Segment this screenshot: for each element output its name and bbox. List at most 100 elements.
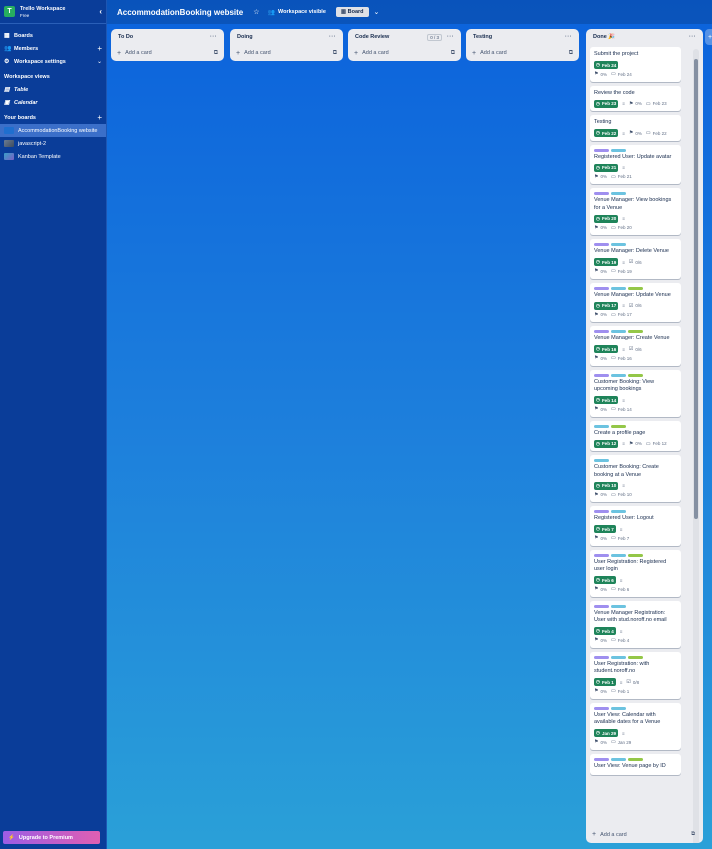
label-blue[interactable] bbox=[611, 510, 626, 513]
label-purple[interactable] bbox=[594, 148, 609, 152]
more-icon[interactable]: ··· bbox=[565, 34, 572, 40]
more-icon[interactable]: ··· bbox=[447, 34, 454, 40]
due-date-badge[interactable]: ◷ Feb 4 bbox=[594, 627, 616, 635]
list-header[interactable]: Doing ··· bbox=[230, 29, 343, 45]
card[interactable]: User View: Venue page by ID bbox=[590, 753, 681, 775]
label-purple[interactable] bbox=[594, 757, 609, 761]
label-blue[interactable] bbox=[611, 655, 626, 659]
label-purple[interactable] bbox=[594, 330, 609, 333]
due-date-badge[interactable]: ◷ Feb 12 bbox=[594, 439, 619, 448]
template-icon[interactable]: ⧉ bbox=[569, 50, 573, 57]
card[interactable]: Venue Manager Registration: User with st… bbox=[590, 600, 681, 648]
label-blue[interactable] bbox=[611, 553, 626, 557]
card[interactable]: User View: Calendar with available dates… bbox=[590, 702, 681, 750]
due-date-badge[interactable]: ◷ Feb 10 bbox=[594, 481, 619, 490]
sidebar-board-kanban-template[interactable]: Kanban Template bbox=[0, 150, 106, 163]
card[interactable]: User Registration: with student.noroff.n… bbox=[590, 651, 681, 699]
label-purple[interactable] bbox=[594, 706, 609, 710]
list-title[interactable]: To Do bbox=[118, 34, 133, 40]
label-purple[interactable] bbox=[594, 655, 609, 659]
due-date-badge[interactable]: ◷ Feb 1 bbox=[594, 678, 616, 686]
card[interactable]: Create a profile page ◷ Feb 12 ≡ ⚑ 0% ▭ Feb 12 bbox=[590, 420, 681, 451]
label-blue[interactable] bbox=[611, 330, 626, 333]
list-header[interactable]: To Do ··· bbox=[111, 29, 224, 45]
list-header[interactable]: Code Review 0 / 3 ··· bbox=[348, 29, 461, 45]
sidebar-item-boards[interactable]: ▦ Boards bbox=[0, 29, 106, 42]
board-title[interactable]: AccommodationBooking website bbox=[117, 8, 243, 17]
add-card-button[interactable]: + Add a card ⧉ bbox=[592, 831, 695, 838]
add-list-button[interactable]: + bbox=[705, 29, 712, 45]
due-date-badge[interactable]: ◷ Feb 24 bbox=[594, 61, 619, 69]
label-blue[interactable] bbox=[611, 706, 626, 710]
card[interactable]: Venue Manager: Delete Venue ◷ Feb 19 ≡ ☑ 0/6 ⚑… bbox=[590, 239, 681, 279]
due-date-badge[interactable]: ◷ Feb 17 bbox=[594, 301, 619, 310]
label-green[interactable] bbox=[628, 553, 643, 557]
add-member-icon[interactable]: + bbox=[97, 44, 102, 53]
label-purple[interactable] bbox=[594, 243, 609, 246]
card[interactable]: Registered User: Logout ◷ Feb 7 ≡ ⚑ 0% ▭ Feb 7 bbox=[590, 506, 681, 546]
card[interactable]: Review the code ◷ Feb 23 ≡ ⚑ 0% ▭ Feb 23 bbox=[590, 85, 681, 111]
card[interactable]: Venue Manager: Update Venue ◷ Feb 17 ≡ ☑ 0/6 ⚑… bbox=[590, 282, 681, 322]
due-date-badge[interactable]: ◷ Feb 7 bbox=[594, 525, 616, 533]
due-date-badge[interactable]: ◷ Feb 20 bbox=[594, 214, 619, 223]
label-purple[interactable] bbox=[594, 192, 609, 195]
card[interactable]: User Registration: Registered user login… bbox=[590, 549, 681, 597]
card[interactable]: Testing ◷ Feb 22 ≡ ⚑ 0% ▭ Feb 22 bbox=[590, 115, 681, 141]
due-date-badge[interactable]: ◷ Jan 29 bbox=[594, 729, 618, 737]
scrollbar[interactable] bbox=[693, 49, 699, 843]
list-title[interactable]: Doing bbox=[237, 34, 253, 40]
label-blue[interactable] bbox=[611, 373, 626, 377]
due-date-badge[interactable]: ◷ Feb 14 bbox=[594, 396, 619, 404]
template-icon[interactable]: ⧉ bbox=[691, 831, 695, 838]
collapse-sidebar-icon[interactable]: ‹ bbox=[99, 7, 102, 16]
label-green[interactable] bbox=[628, 757, 643, 761]
label-blue[interactable] bbox=[611, 192, 626, 195]
label-blue[interactable] bbox=[594, 424, 609, 428]
label-blue[interactable] bbox=[611, 757, 626, 761]
template-icon[interactable]: ⧉ bbox=[214, 50, 218, 57]
template-icon[interactable]: ⧉ bbox=[451, 50, 455, 57]
upgrade-button[interactable]: ⚡ Upgrade to Premium bbox=[3, 831, 100, 844]
board-view-button[interactable]: ▥ Board bbox=[335, 7, 369, 17]
list-title[interactable]: Code Review bbox=[355, 34, 389, 40]
add-card-button[interactable]: + Add a card ⧉ bbox=[230, 45, 343, 61]
more-icon[interactable]: ··· bbox=[689, 34, 696, 40]
card[interactable]: Customer Booking: View upcoming bookings… bbox=[590, 369, 681, 417]
more-icon[interactable]: ··· bbox=[329, 34, 336, 40]
sidebar-item-calendar[interactable]: ▣ Calendar bbox=[0, 96, 106, 109]
star-icon[interactable]: ☆ bbox=[253, 8, 259, 16]
add-card-button[interactable]: + Add a card ⧉ bbox=[466, 45, 579, 61]
label-green[interactable] bbox=[628, 330, 643, 333]
visibility-button[interactable]: 👥 Workspace visible bbox=[268, 9, 326, 16]
add-board-icon[interactable]: + bbox=[97, 113, 102, 122]
sidebar-item-table[interactable]: ▤ Table bbox=[0, 83, 106, 96]
label-green[interactable] bbox=[611, 424, 626, 428]
list-header[interactable]: Testing ··· bbox=[466, 29, 579, 45]
label-blue[interactable] bbox=[611, 604, 626, 608]
due-date-badge[interactable]: ◷ Feb 21 bbox=[594, 163, 619, 172]
card[interactable]: Registered User: Update avatar ◷ Feb 21 ≡ ⚑ 0… bbox=[590, 144, 681, 184]
sidebar-board-accommodationbooking[interactable]: AccommodationBooking website bbox=[0, 124, 106, 137]
sidebar-board-javascript-2[interactable]: javascript-2 bbox=[0, 137, 106, 150]
label-blue[interactable] bbox=[611, 286, 626, 290]
card[interactable]: Venue Manager: View bookings for a Venue… bbox=[590, 188, 681, 235]
label-blue[interactable] bbox=[611, 148, 626, 152]
due-date-badge[interactable]: ◷ Feb 23 bbox=[594, 99, 619, 108]
label-purple[interactable] bbox=[594, 286, 609, 290]
label-green[interactable] bbox=[628, 286, 643, 290]
add-card-button[interactable]: + Add a card ⧉ bbox=[348, 45, 461, 61]
scrollbar-thumb[interactable] bbox=[694, 59, 698, 519]
due-date-badge[interactable]: ◷ Feb 6 bbox=[594, 576, 616, 584]
list-title[interactable]: Done 🎉 bbox=[593, 34, 615, 40]
add-card-button[interactable]: + Add a card ⧉ bbox=[111, 45, 224, 61]
more-icon[interactable]: ··· bbox=[210, 34, 217, 40]
label-purple[interactable] bbox=[594, 604, 609, 608]
list-header[interactable]: Done 🎉 ··· bbox=[586, 29, 703, 45]
due-date-badge[interactable]: ◷ Feb 16 bbox=[594, 345, 619, 353]
label-blue[interactable] bbox=[611, 243, 626, 246]
due-date-badge[interactable]: ◷ Feb 19 bbox=[594, 258, 619, 266]
workspace-header[interactable]: T Trello Workspace Free ‹ bbox=[0, 0, 106, 24]
label-green[interactable] bbox=[628, 655, 643, 659]
label-green[interactable] bbox=[628, 373, 643, 377]
template-icon[interactable]: ⧉ bbox=[333, 50, 337, 57]
